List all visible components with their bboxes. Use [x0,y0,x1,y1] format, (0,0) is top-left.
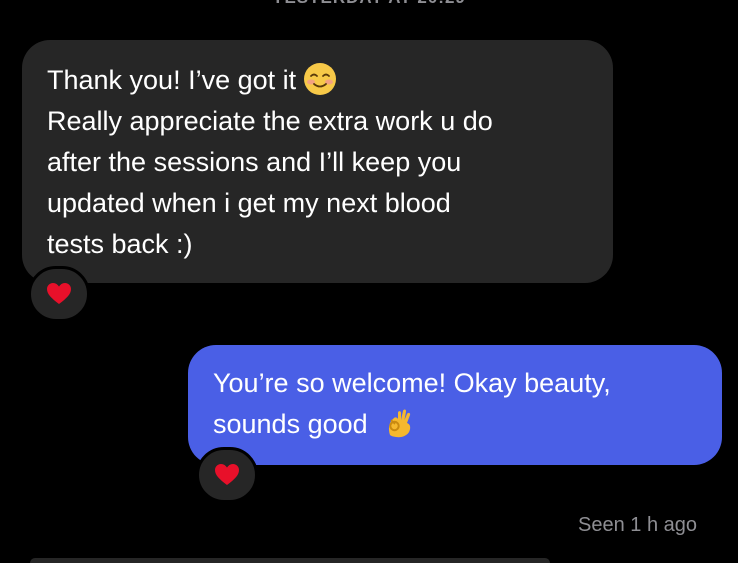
message-line: You’re so welcome! Okay beauty, [213,368,611,398]
message-line: Thank you! I’ve got it [47,60,588,101]
red-heart-icon [215,464,239,485]
message-line: updated when i get my next blood [47,188,451,218]
message-line: after the sessions and I’ll keep you [47,147,462,177]
seen-status: Seen 1 h ago [578,514,697,536]
outgoing-message-bubble[interactable]: You’re so welcome! Okay beauty, sounds g… [188,345,722,465]
smiling-face-icon [304,63,337,95]
incoming-message-bubble[interactable]: Thank you! I’ve got it Really appreciate… [22,40,613,283]
message-line-text: sounds good [213,409,368,439]
ok-hand-icon [388,409,410,438]
message-line-text: Thank you! I’ve got it [47,65,297,95]
outgoing-reaction-badge[interactable] [196,447,258,503]
incoming-reaction-badge[interactable] [28,266,90,322]
red-heart-icon [47,283,71,304]
message-line: sounds good [213,404,697,445]
next-message-bubble-edge [30,558,550,563]
message-line: Really appreciate the extra work u do [47,106,493,136]
message-line: tests back :) [47,229,193,259]
chat-timestamp: YESTERDAY AT 20:29 [0,0,738,8]
